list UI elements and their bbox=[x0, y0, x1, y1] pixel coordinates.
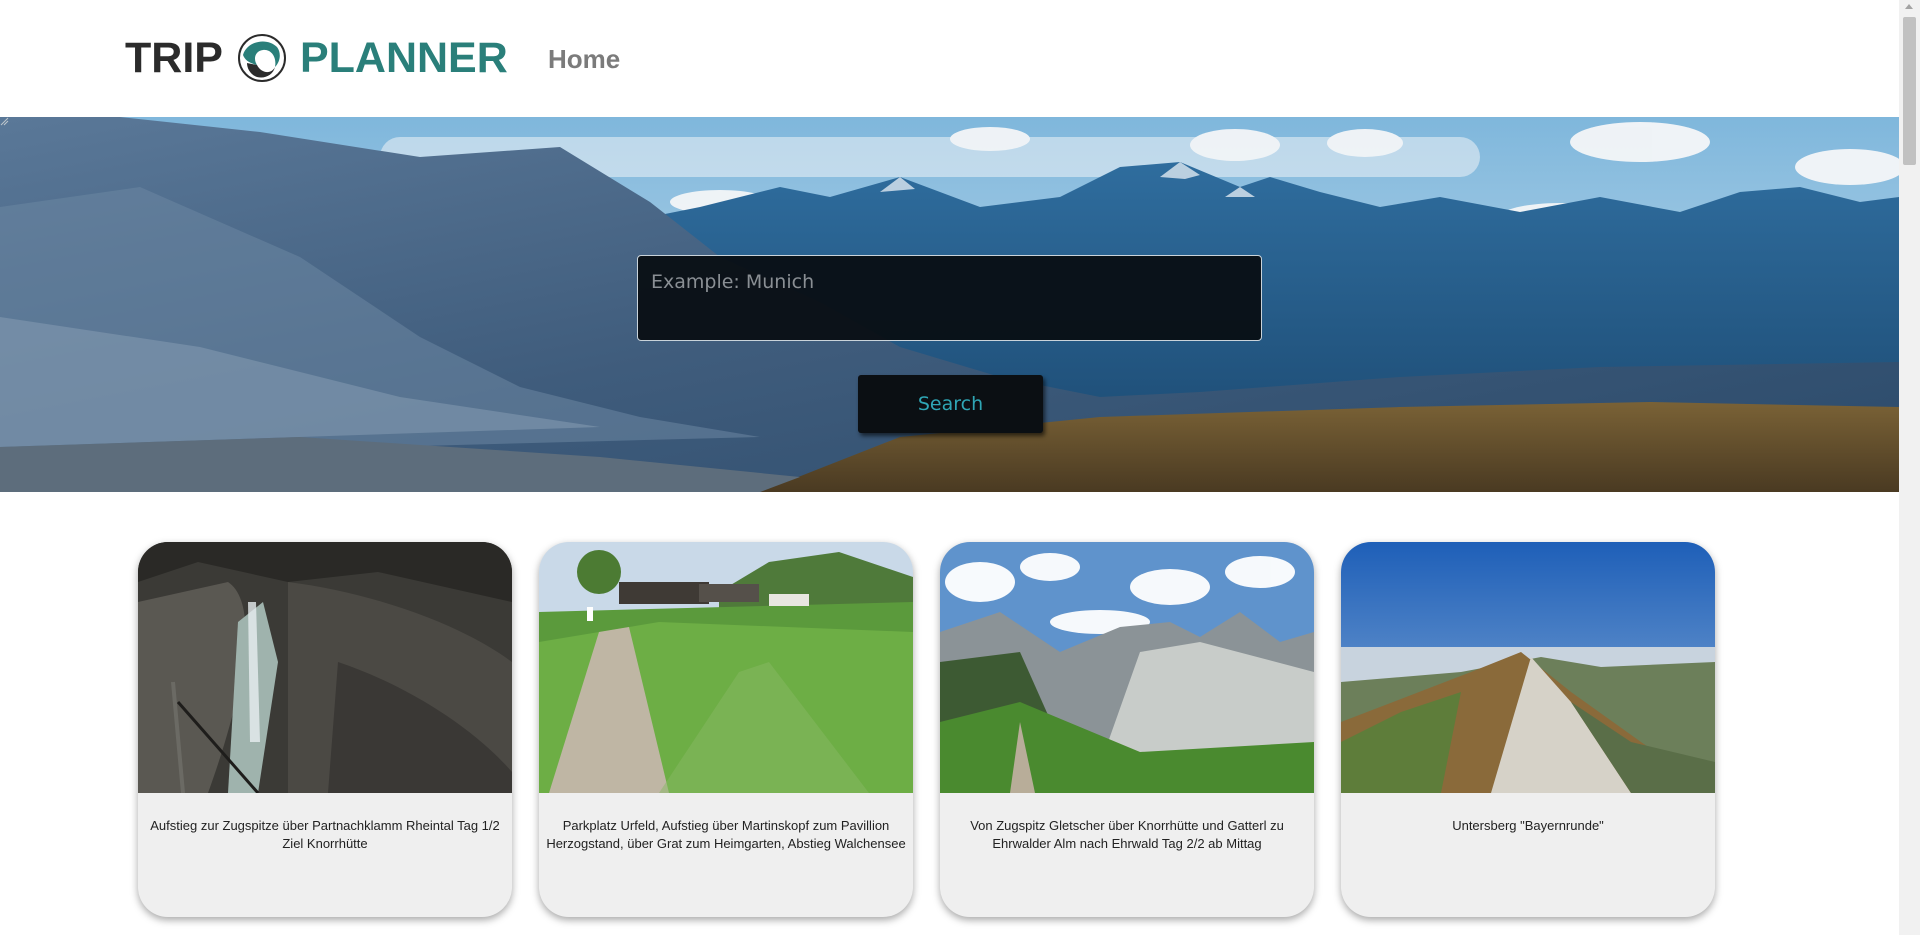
trip-card-title: Parkplatz Urfeld, Aufstieg über Martinsk… bbox=[546, 818, 906, 851]
nav-home-link[interactable]: Home bbox=[548, 44, 620, 75]
search-button[interactable]: Search bbox=[858, 375, 1043, 433]
alpine-meadow-photo bbox=[539, 542, 913, 793]
site-header: TRIP PLANNER Home bbox=[0, 0, 1899, 117]
ridge-view-photo bbox=[1341, 542, 1715, 793]
search-input[interactable] bbox=[637, 255, 1262, 341]
trip-card[interactable]: Von Zugspitz Gletscher über Knorrhütte u… bbox=[940, 542, 1314, 917]
resize-grip-icon[interactable] bbox=[0, 117, 9, 126]
site-logo[interactable]: TRIP PLANNER bbox=[125, 30, 508, 86]
trip-card[interactable]: Untersberg "Bayernrunde" bbox=[1341, 542, 1715, 917]
scroll-up-arrow-icon[interactable] bbox=[1905, 4, 1913, 9]
trip-card-title: Von Zugspitz Gletscher über Knorrhütte u… bbox=[970, 818, 1284, 851]
trip-card[interactable]: Aufstieg zur Zugspitze über Partnachklam… bbox=[138, 542, 512, 917]
scrollbar-thumb[interactable] bbox=[1903, 17, 1916, 165]
trip-card-list: Aufstieg zur Zugspitze über Partnachklam… bbox=[138, 542, 1715, 917]
trip-card-title: Aufstieg zur Zugspitze über Partnachklam… bbox=[150, 818, 500, 851]
trip-card[interactable]: Parkplatz Urfeld, Aufstieg über Martinsk… bbox=[539, 542, 913, 917]
wave-logo-icon bbox=[237, 34, 286, 82]
trip-card-title: Untersberg "Bayernrunde" bbox=[1452, 818, 1604, 833]
hero-banner: Search bbox=[0, 117, 1899, 492]
logo-text-planner: PLANNER bbox=[299, 33, 508, 82]
gorge-photo bbox=[138, 542, 512, 793]
mountain-panorama-photo bbox=[940, 542, 1314, 793]
logo-text-trip: TRIP bbox=[125, 33, 223, 82]
